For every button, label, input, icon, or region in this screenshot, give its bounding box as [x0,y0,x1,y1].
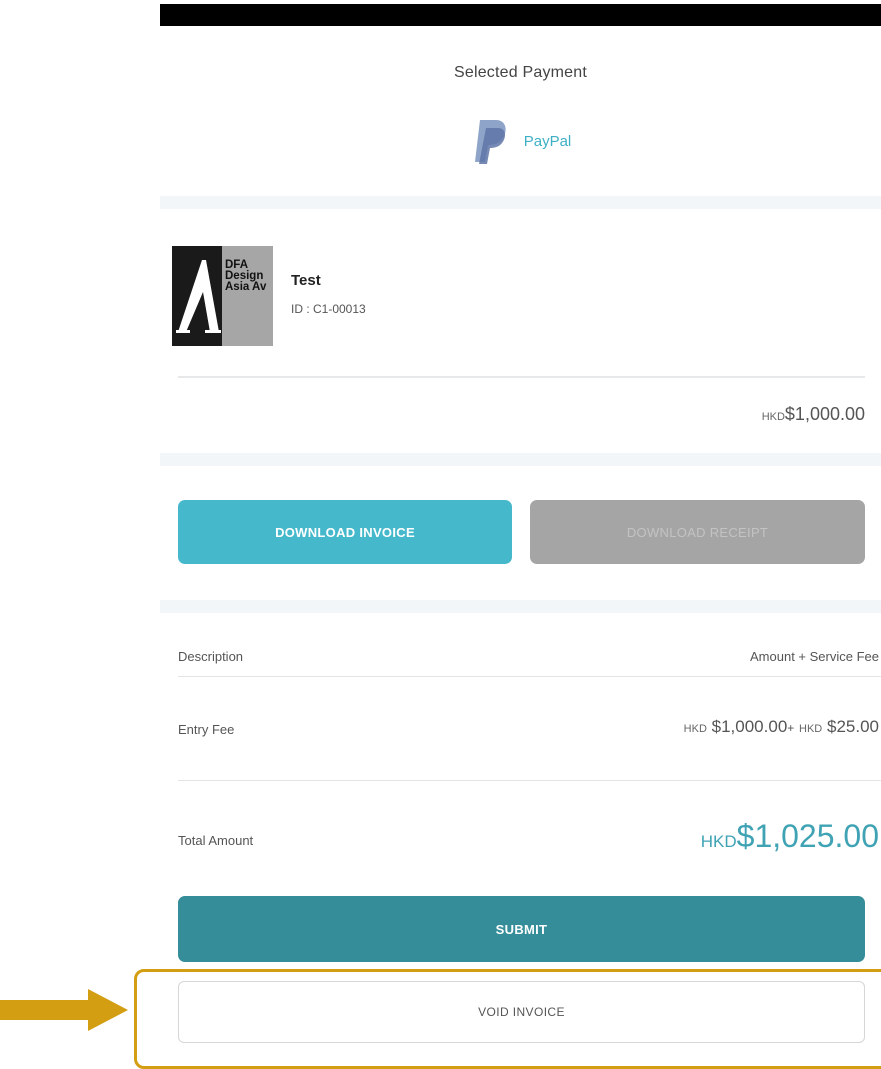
fee-amount: $1,000.00 [711,717,788,736]
entry-price-currency: HKD [761,411,785,423]
section-divider-band [160,196,881,209]
submit-button[interactable]: SUBMIT [178,896,865,962]
arrow-right-icon [0,989,128,1031]
entry-id: ID : C1-00013 [291,302,366,316]
fee-row-label: Entry Fee [178,722,235,737]
selected-payment-method: PayPal [160,116,881,166]
download-invoice-button[interactable]: DOWNLOAD INVOICE [178,500,512,564]
thumbnail-text: DFA Design Asia Av [225,259,267,293]
thumbnail-logo-mark [172,246,222,346]
entry-thumbnail: DFA Design Asia Av [172,246,273,346]
service-fee-currency: HKD [799,723,823,735]
total-amount-label: Total Amount [178,833,254,848]
amount-header: Amount + Service Fee [750,649,879,664]
entry-price-amount: $1,000.00 [784,404,865,424]
selected-payment-heading: Selected Payment [453,64,588,81]
section-divider-band [160,453,881,466]
section-divider-band [160,600,881,613]
total-amount: $1,025.00 [736,818,879,854]
table-divider [178,780,881,781]
entry-price: HKD$1,000.00 [762,404,865,425]
fee-currency: HKD [683,723,707,735]
entry-divider [178,376,865,378]
payment-method-label: PayPal [523,132,572,150]
service-fee-amount: $25.00 [827,717,879,736]
thumbnail-logo-text: DFA Design Asia Av [222,246,273,346]
total-currency: HKD [700,832,737,851]
table-divider [178,676,881,677]
top-header-bar [160,4,881,26]
void-invoice-button[interactable]: VOID INVOICE [178,981,865,1043]
fee-row-value: HKD $1,000.00+ HKD $25.00 [684,717,879,737]
entry-name: Test [291,272,321,289]
plus-sign: + [787,721,795,735]
total-amount-value: HKD$1,025.00 [701,818,879,855]
download-receipt-button[interactable]: DOWNLOAD RECEIPT [530,500,865,564]
description-header: Description [178,649,244,664]
paypal-logo-icon [474,120,506,164]
dfa-logo-icon [176,260,221,333]
